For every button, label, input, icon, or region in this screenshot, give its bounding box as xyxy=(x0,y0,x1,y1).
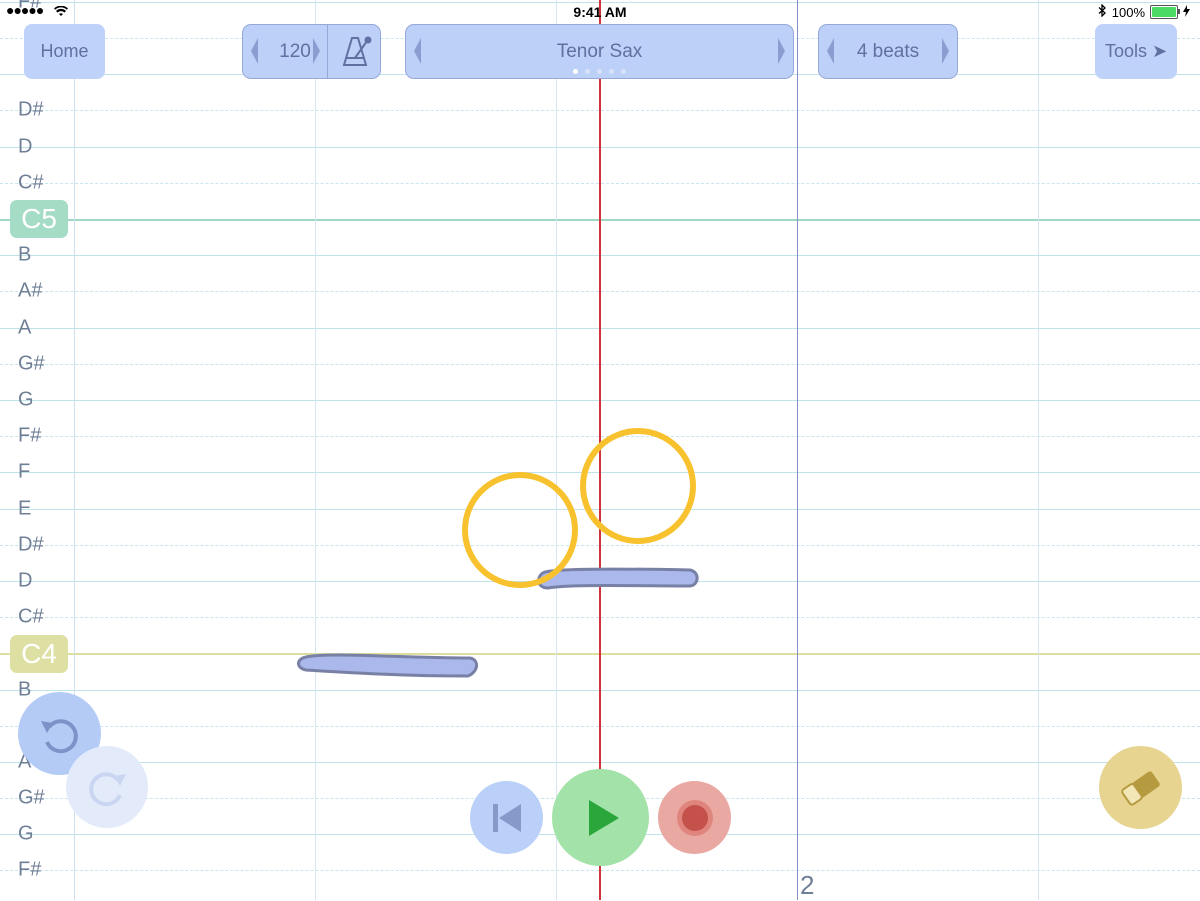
next-instrument-icon[interactable] xyxy=(778,38,785,64)
redo-button[interactable] xyxy=(66,746,148,828)
instrument-selector[interactable]: Tenor Sax xyxy=(405,24,794,79)
beats-decrease-icon[interactable] xyxy=(827,38,834,64)
note-canvas[interactable] xyxy=(0,0,1200,900)
battery-icon xyxy=(1150,5,1180,19)
metronome-icon[interactable] xyxy=(331,29,377,73)
status-time: 9:41 AM xyxy=(573,4,627,20)
note-stroke xyxy=(297,653,478,678)
beats-label: 4 beats xyxy=(856,40,920,62)
touch-ring xyxy=(580,428,696,544)
tools-button[interactable]: Tools ➤ xyxy=(1095,24,1177,79)
home-button[interactable]: Home xyxy=(24,24,105,79)
status-right: 100% xyxy=(1098,3,1190,20)
play-button[interactable] xyxy=(552,769,649,866)
divider xyxy=(327,25,328,78)
record-button[interactable] xyxy=(658,781,731,854)
charging-icon xyxy=(1183,4,1190,20)
rewind-button[interactable] xyxy=(470,781,543,854)
record-icon xyxy=(676,799,713,836)
undo-icon xyxy=(40,718,78,753)
beats-increase-icon[interactable] xyxy=(942,38,949,64)
tempo-stepper[interactable]: 120 xyxy=(242,24,381,79)
status-bar: ●●●●● 9:41 AM 100% xyxy=(0,0,1200,24)
previous-instrument-icon[interactable] xyxy=(414,38,421,64)
battery-percent: 100% xyxy=(1111,4,1145,20)
eraser-button[interactable] xyxy=(1099,746,1182,829)
beats-stepper[interactable]: 4 beats xyxy=(818,24,958,79)
rewind-icon xyxy=(492,803,521,832)
note-stroke xyxy=(537,567,699,590)
tempo-decrease-icon[interactable] xyxy=(251,38,258,64)
instrument-label: Tenor Sax xyxy=(556,40,643,62)
page-indicator xyxy=(406,69,793,74)
touch-ring xyxy=(462,472,578,588)
redo-icon xyxy=(89,772,126,807)
tempo-increase-icon[interactable] xyxy=(313,38,320,64)
play-icon xyxy=(588,799,619,836)
bluetooth-icon xyxy=(1098,3,1107,20)
eraser-icon xyxy=(1120,770,1160,806)
